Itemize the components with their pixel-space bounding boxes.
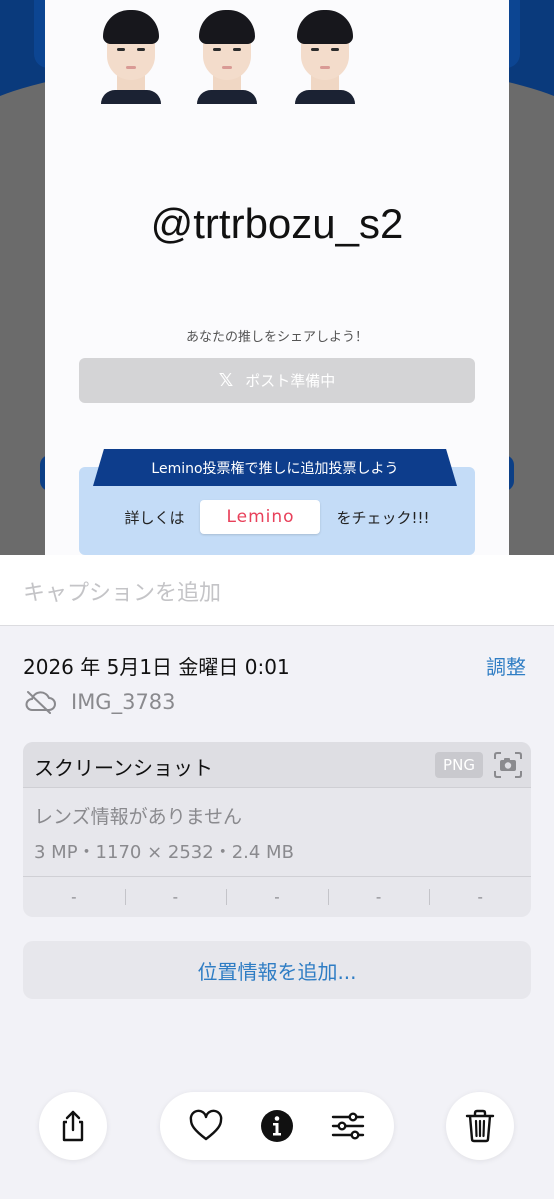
check-prefix: 詳しくは (124, 508, 185, 527)
share-prompt: あなたの推しをシェアしよう！ (185, 330, 368, 345)
info-panel: 2026 年 5月1日 金曜日 0:01 調整 IMG_3783 スクリーンショ… (0, 627, 554, 1199)
x-logo-icon: 𝕏 (218, 370, 234, 391)
cloud-slash-icon (25, 691, 56, 714)
member-photo (289, 8, 361, 104)
lemino-check-row: 詳しくは Lemino をチェック!!! (79, 500, 475, 534)
metadata-header: スクリーンショット PNG (23, 742, 531, 788)
post-button-label: ポスト準備中 (245, 372, 336, 390)
format-badge: PNG (435, 752, 483, 778)
adjust-icon[interactable] (330, 1108, 366, 1144)
member-photos (45, 0, 509, 104)
check-suffix: をチェック!!! (336, 508, 430, 527)
photo-preview[interactable]: @trtrbozu_s2 あなたの推しをシェアしよう！ 𝕏 ポスト準備中 Lem… (0, 0, 554, 555)
lemino-banner: Lemino投票権で推しに追加投票しよう (93, 449, 457, 486)
exif-value: - (226, 877, 328, 917)
lens-info: レンズ情報がありません (34, 806, 243, 828)
caption-placeholder[interactable]: キャプションを追加 (23, 575, 221, 607)
share-card: @trtrbozu_s2 あなたの推しをシェアしよう！ 𝕏 ポスト準備中 Lem… (45, 0, 509, 555)
member-photo (95, 8, 167, 104)
exif-value: - (124, 877, 227, 917)
info-icon[interactable] (259, 1108, 295, 1144)
heart-icon[interactable] (188, 1108, 224, 1144)
exif-row: - - - - - (23, 877, 531, 917)
exif-value: - (327, 877, 430, 917)
image-specs: 3 MP・1170 × 2532・2.4 MB (34, 842, 294, 863)
metadata-title: スクリーンショット (34, 756, 213, 780)
metadata-card: スクリーンショット PNG レンズ情報がありません 3 MP・1170 × 25… (23, 742, 531, 917)
trash-icon (465, 1109, 495, 1143)
add-location-button[interactable]: 位置情報を追加... (23, 941, 531, 999)
delete-button[interactable] (446, 1092, 514, 1160)
user-handle: @trtrbozu_s2 (150, 200, 404, 247)
action-group (160, 1092, 394, 1160)
exif-value: - (429, 877, 531, 917)
screenshot-camera-icon (494, 752, 522, 778)
member-photo (191, 8, 263, 104)
file-name: IMG_3783 (71, 690, 176, 714)
post-button: 𝕏 ポスト準備中 (79, 358, 475, 403)
share-icon (62, 1110, 84, 1142)
exif-value: - (71, 888, 77, 906)
share-button[interactable] (39, 1092, 107, 1160)
file-info-row: IMG_3783 (23, 687, 176, 717)
lemino-logo: Lemino (200, 500, 321, 534)
caption-field[interactable]: キャプションを追加 (0, 555, 554, 626)
photo-date: 2026 年 5月1日 金曜日 0:01 (23, 655, 290, 679)
adjust-date-button[interactable]: 調整 (486, 651, 526, 680)
